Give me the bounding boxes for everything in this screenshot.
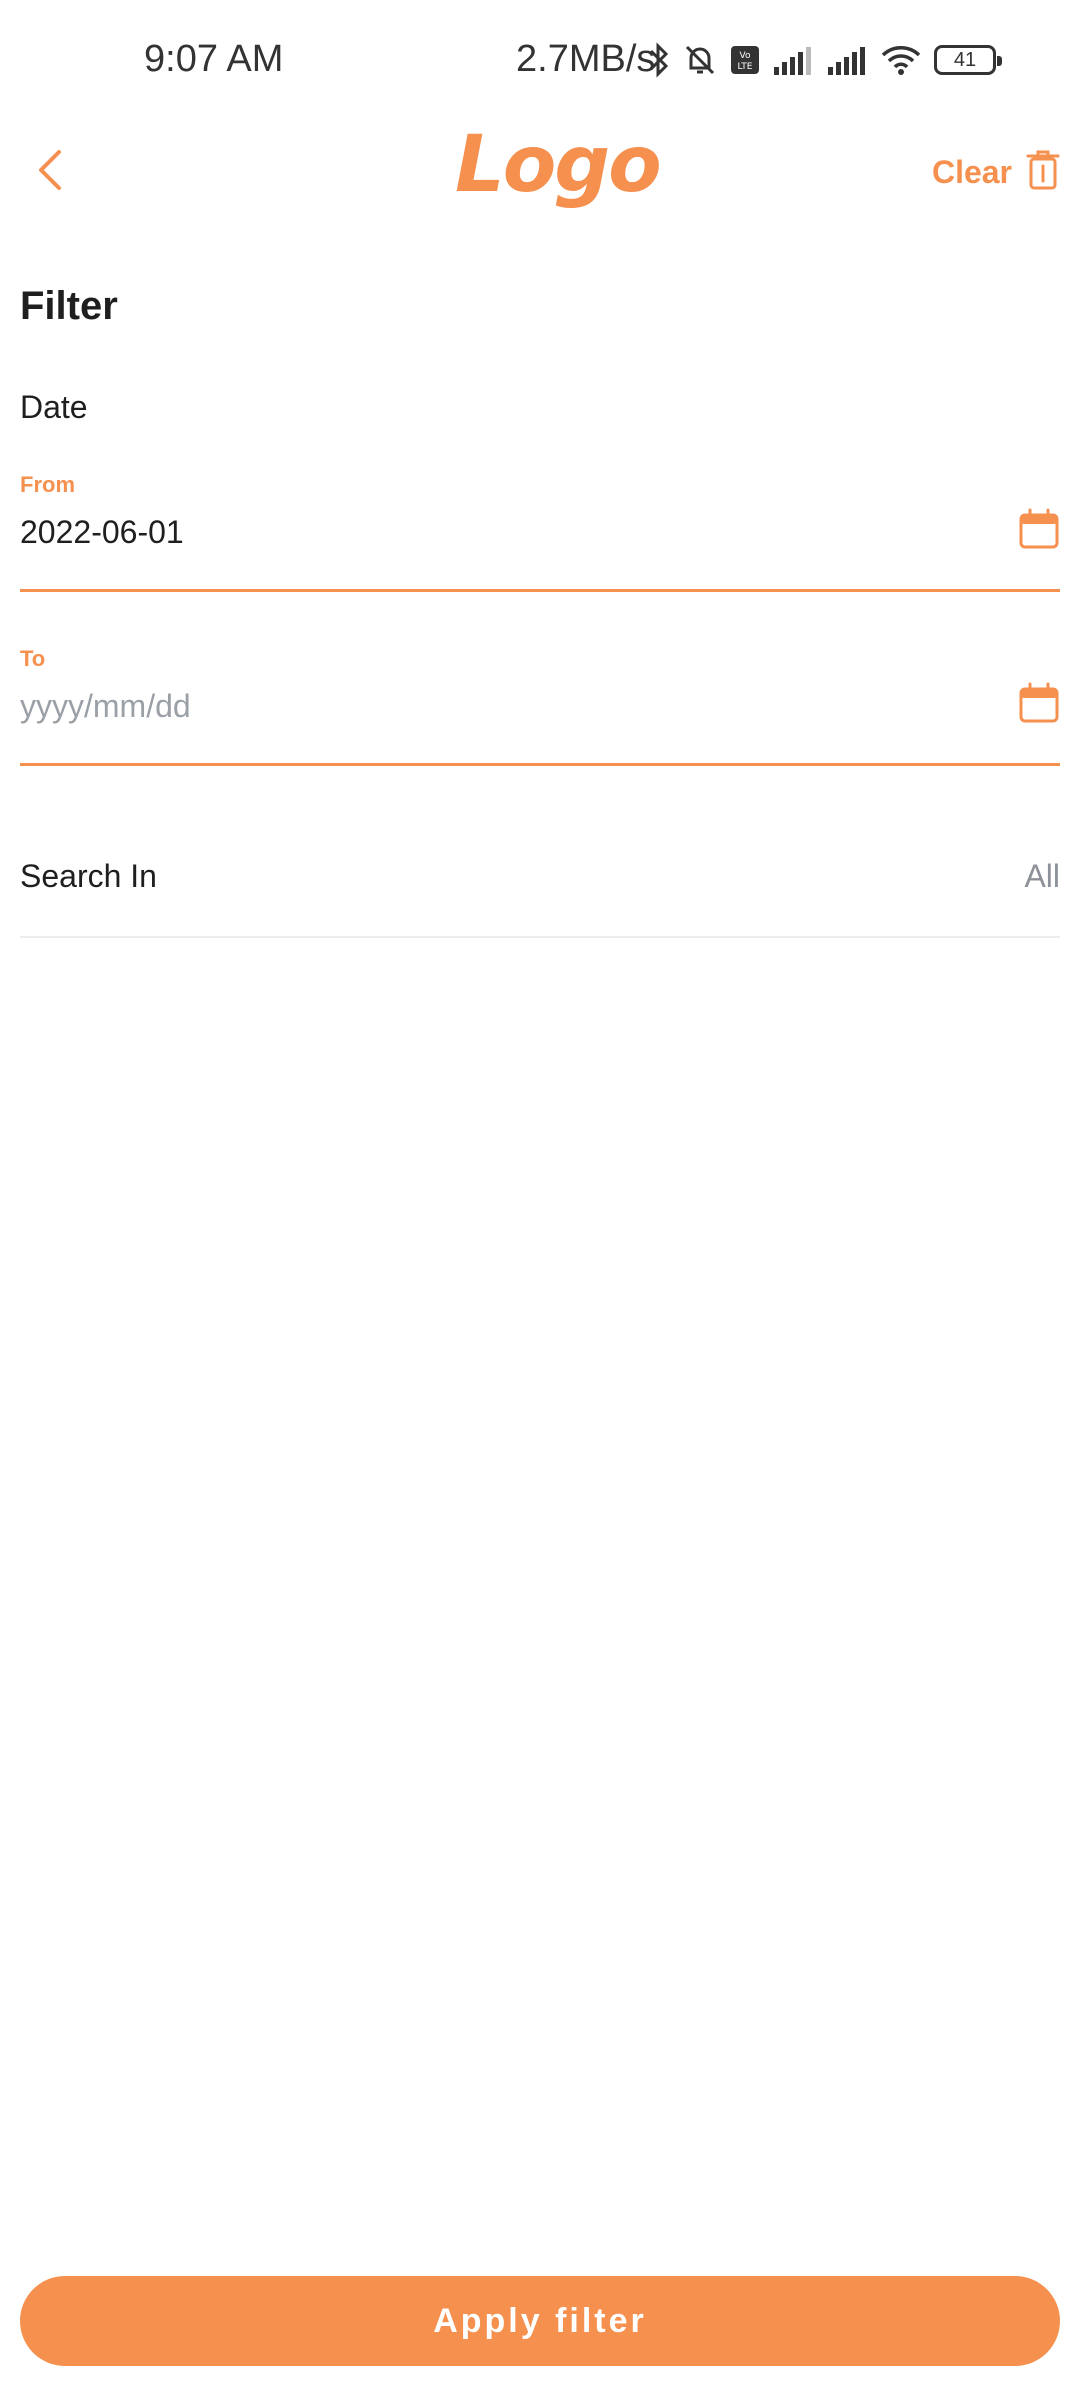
page-title: Filter bbox=[20, 284, 118, 328]
from-date-field: From bbox=[20, 472, 1060, 592]
chevron-left-icon bbox=[35, 148, 65, 197]
status-bar: 9:07 AM 2.7MB/s Vo LTE 41 bbox=[0, 0, 1080, 120]
from-date-input[interactable] bbox=[20, 514, 980, 551]
search-in-row[interactable]: Search In All bbox=[20, 844, 1060, 938]
date-section-label: Date bbox=[20, 389, 88, 425]
bluetooth-icon bbox=[648, 42, 670, 78]
battery-icon: 41 bbox=[934, 45, 1002, 75]
network-speed: 2.7MB/s bbox=[516, 38, 656, 80]
wifi-icon bbox=[880, 44, 922, 76]
clear-label: Clear bbox=[931, 153, 1012, 190]
calendar-icon[interactable] bbox=[1018, 508, 1060, 550]
filter-screen: 9:07 AM 2.7MB/s Vo LTE 41 Logo Clear Fil… bbox=[0, 0, 1080, 2400]
calendar-icon[interactable] bbox=[1018, 682, 1060, 724]
apply-filter-button[interactable]: Apply filter bbox=[20, 2276, 1060, 2366]
to-label: To bbox=[20, 646, 46, 671]
signal-icon bbox=[772, 45, 814, 75]
app-logo: Logo bbox=[455, 120, 662, 210]
signal-icon-2 bbox=[826, 45, 868, 75]
apply-filter-label: Apply filter bbox=[433, 2301, 647, 2340]
status-icons: Vo LTE 41 bbox=[648, 38, 1002, 82]
search-in-label: Search In bbox=[20, 858, 157, 894]
app-header: Logo Clear bbox=[0, 120, 1080, 220]
trash-icon bbox=[1026, 149, 1060, 196]
status-time: 9:07 AM bbox=[144, 38, 284, 80]
svg-text:LTE: LTE bbox=[738, 62, 753, 72]
volte-icon: Vo LTE bbox=[730, 45, 760, 75]
to-date-input[interactable] bbox=[20, 688, 980, 725]
back-button[interactable] bbox=[20, 142, 80, 202]
mute-icon bbox=[682, 42, 718, 78]
to-date-field: To bbox=[20, 646, 1060, 766]
clear-button[interactable]: Clear bbox=[932, 142, 1060, 202]
svg-text:Vo: Vo bbox=[740, 51, 751, 61]
from-label: From bbox=[20, 472, 75, 497]
search-in-value: All bbox=[1024, 858, 1060, 894]
